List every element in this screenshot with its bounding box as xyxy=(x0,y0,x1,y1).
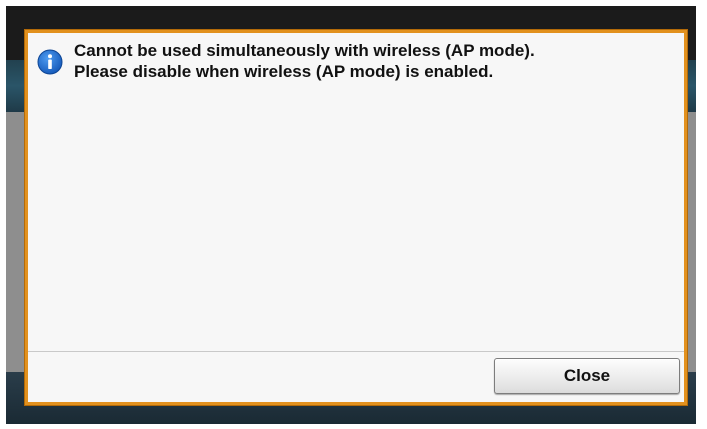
dialog-body: Cannot be used simultaneously with wirel… xyxy=(28,33,684,351)
close-button[interactable]: Close xyxy=(494,358,680,394)
dialog-footer: Close xyxy=(28,352,684,402)
message-line-1: Cannot be used simultaneously with wirel… xyxy=(74,41,535,60)
info-icon xyxy=(37,49,63,75)
panel-screen: Cannot be used simultaneously with wirel… xyxy=(0,0,707,429)
info-dialog: Cannot be used simultaneously with wirel… xyxy=(25,30,687,405)
message-line-2: Please disable when wireless (AP mode) i… xyxy=(74,62,494,81)
dialog-message: Cannot be used simultaneously with wirel… xyxy=(74,40,674,82)
